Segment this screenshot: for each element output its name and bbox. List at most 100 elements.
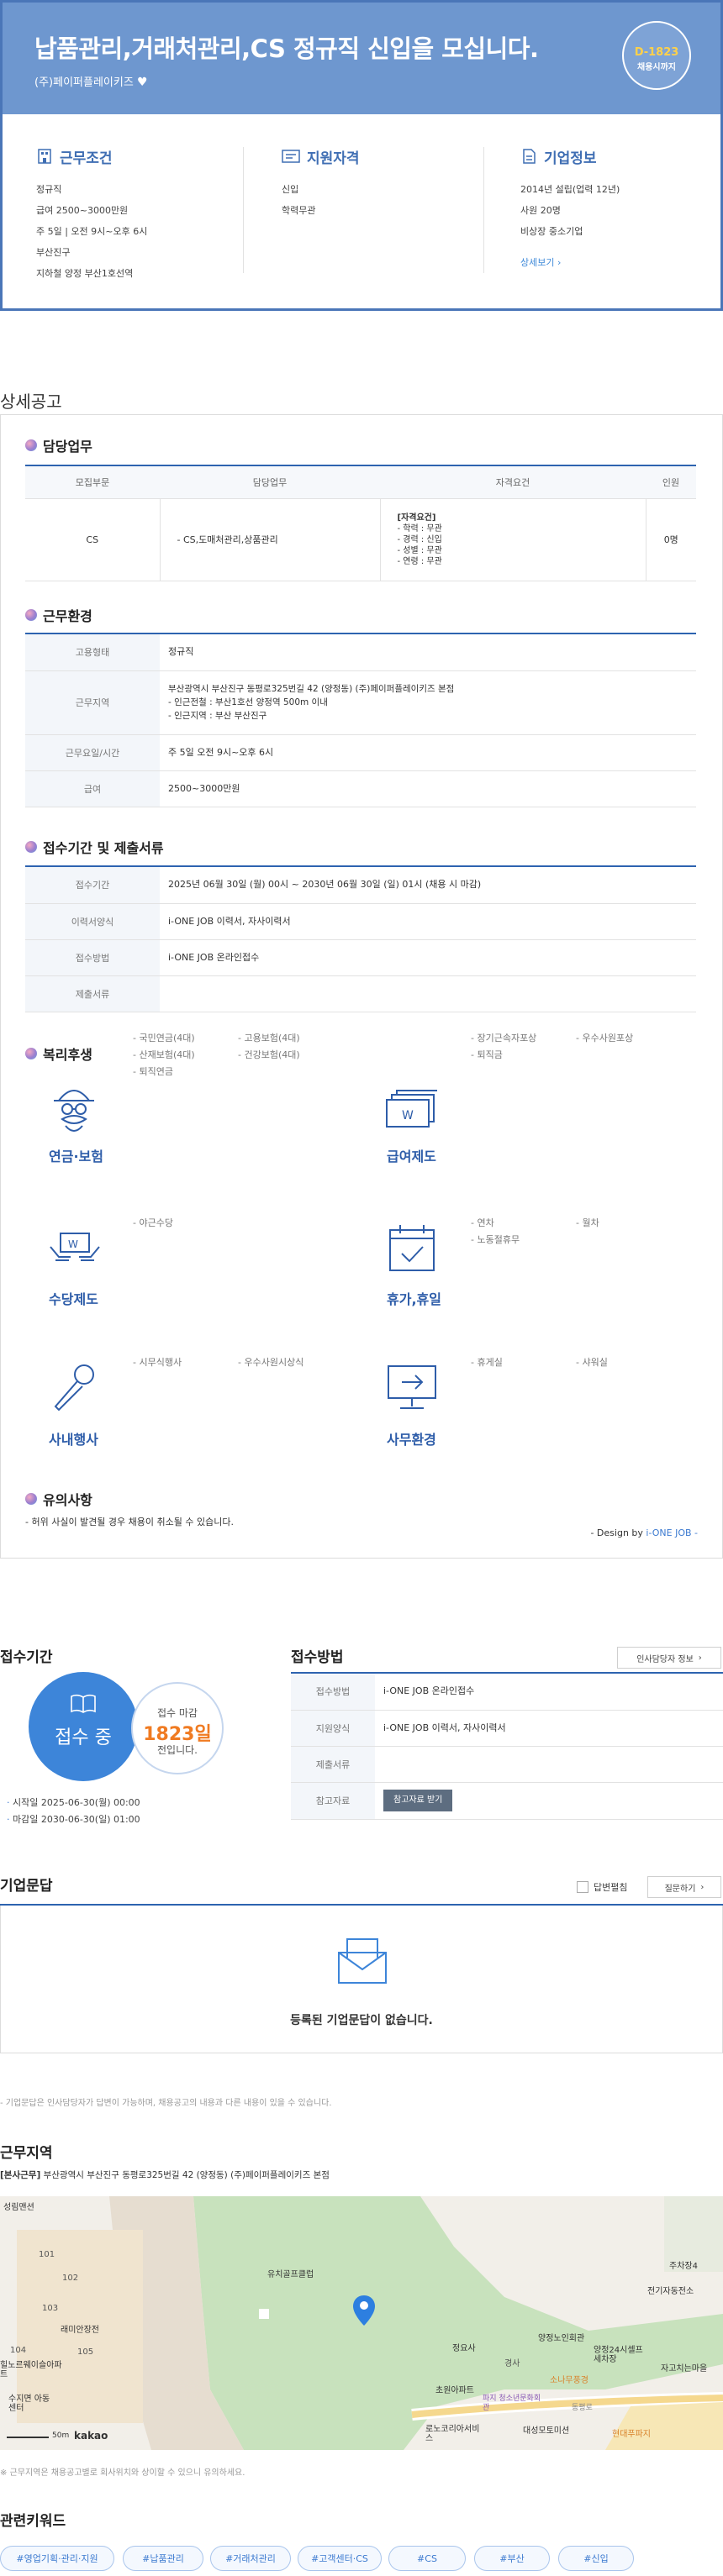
bullet-icon [25, 609, 37, 621]
map-label: 성림맨션 [3, 2203, 34, 2212]
map-label: 자고치는마을 [661, 2364, 708, 2374]
company-info-column: 기업정보 2014년 설립(업력 12년) 사원 20명 비상장 중소기업 상세… [520, 145, 723, 273]
notice-text: - 허위 사실이 발견될 경우 채용이 취소될 수 있습니다. [25, 1517, 234, 1527]
keyword-tag[interactable]: #납품관리 [123, 2546, 203, 2571]
map-label: 래미안장전 [61, 2326, 99, 2335]
keyword-tag[interactable]: #고객센터·CS [298, 2546, 382, 2571]
company-name[interactable]: (주)페이퍼플레이키즈 ♥ [34, 73, 148, 89]
map-label: 정요사 [452, 2344, 476, 2353]
map-label: 초원아파트 [435, 2386, 474, 2395]
condition-item: 급여 2500~3000만원 [36, 205, 129, 216]
welfare-items: - 장기근속자포상 - 우수사원포상- 퇴직금 [471, 1033, 634, 1060]
env-table: 고용형태 정규직 근무지역 부산광역시 부산진구 동평로325번길 42 (양정동)… [25, 634, 696, 807]
company-info-item: 비상장 중소기업 [520, 226, 583, 237]
svg-text:W: W [68, 1238, 78, 1250]
condition-item: 주 5일 | 오전 9시~오후 6시 [36, 226, 148, 237]
map[interactable]: 성림맨션 101 102 103 105 104 래미안장전 유치골프클럽 정요… [0, 2196, 723, 2450]
building-icon [38, 149, 51, 164]
apply-heading: 접수기간 및 제출서류 [25, 837, 164, 857]
map-label: 유치골프클럽 [267, 2270, 314, 2279]
kakao-logo: kakao [74, 2430, 108, 2442]
chevron-right-icon: › [557, 257, 562, 268]
map-label: 대성모토미션 [523, 2426, 570, 2436]
condition-item: 부산진구 [36, 247, 71, 258]
book-icon [71, 1694, 96, 1713]
column-header: 모집부문 [25, 466, 160, 499]
heart-icon[interactable]: ♥ [137, 76, 148, 89]
deadline-circle: 접수 마감 1823일 전입니다. [131, 1682, 224, 1774]
welfare-items: - 시무식행사 - 우수사원시상식 [133, 1357, 304, 1368]
column-header: 담당업무 [160, 466, 380, 499]
keyword-tag[interactable]: #거래처관리 [210, 2546, 291, 2571]
download-button[interactable]: 참고자료 받기 [383, 1790, 453, 1811]
table-row: 근무지역 부산광역시 부산진구 동평로325번길 42 (양정동) (주)페이퍼플… [25, 670, 696, 735]
map-label: 현대푸파지 [612, 2430, 651, 2439]
bullet-icon [25, 841, 37, 853]
table-row: 급여 2500~3000만원 [25, 770, 696, 807]
map-label: 전기자동전소 [647, 2287, 694, 2296]
company-detail-link[interactable]: 상세보기 › [520, 257, 561, 268]
company-info-item: 2014년 설립(업력 12년) [520, 184, 620, 195]
qualification-item: 신입 [282, 184, 299, 195]
location-address: [본사근무] 부산광역시 부산진구 동평로325번길 42 (양정동) (주)페… [0, 2170, 330, 2180]
keywords-title: 관련키워드 [0, 2513, 66, 2530]
period-dates: · 시작일 2025-06-30(월) 00:00 · 마감일 2030-06-… [7, 1797, 140, 1825]
conditions-column: 근무조건 정규직 급여 2500~3000만원 주 5일 | 오전 9시~오후 … [36, 145, 246, 284]
qualification-title: 지원자격 [307, 150, 360, 167]
keyword-tag[interactable]: #부산 [474, 2546, 550, 2571]
welfare-items: - 연차 - 월차- 노동절휴무 [471, 1217, 599, 1245]
map-label: 경사 [504, 2359, 520, 2368]
chevron-right-icon: › [698, 1653, 702, 1663]
map-label: 양정24시셀프세차장 [594, 2346, 643, 2364]
qna-empty-text: 등록된 기업문답이 없습니다. [290, 2014, 433, 2027]
map-label: 104 [10, 2346, 27, 2355]
conditions-title: 근무조건 [60, 150, 113, 167]
document-icon [523, 149, 536, 164]
welfare-label: 사내행사 [49, 1432, 98, 1448]
detail-section-title: 상세공고 [0, 392, 62, 412]
table-row: 이력서양식 i-ONE JOB 이력서, 자사이력서 [25, 903, 696, 940]
requirement-cell: [자격요건] - 학력 : 무관 - 경력 : 신입 - 성별 : 무관 - 연… [380, 498, 646, 581]
welfare-label: 수당제도 [49, 1291, 98, 1307]
job-summary-card: 납품관리,거래처관리,CS 정규직 신입을 모십니다. (주)페이퍼플레이키즈 … [0, 0, 723, 311]
welfare-label: 연금·보험 [49, 1149, 103, 1164]
qualification-column: 지원자격 신입 학력무관 [282, 145, 492, 221]
task-cell: - CS,도매처관리,상품관리 [160, 498, 381, 581]
location-title: 근무지역 [0, 2145, 53, 2162]
map-label: 수지면 아동센터 [8, 2395, 50, 2413]
table-row: 근무요일/시간 주 5일 오전 9시~오후 6시 [25, 734, 696, 771]
table-row: 참고자료 참고자료 받기 [291, 1782, 723, 1820]
divider [243, 147, 244, 273]
apply-table: 접수기간 2025년 06월 30일 (월) 00시 ~ 2030년 06월 30… [25, 867, 696, 1012]
table-header-row: 모집부문 담당업무 자격요건 인원 [25, 466, 696, 499]
keyword-tag[interactable]: #CS [388, 2546, 466, 2571]
map-canvas[interactable] [0, 2196, 723, 2450]
divider [483, 147, 484, 273]
map-label: 동평로 [572, 2404, 593, 2412]
contact-info-button[interactable]: 인사담당자 정보 › [617, 1647, 721, 1669]
table-row: 접수기간 2025년 06월 30일 (월) 00시 ~ 2030년 06월 30… [25, 867, 696, 904]
checkbox-icon[interactable] [577, 1881, 588, 1893]
salary-icon: W [386, 1090, 437, 1128]
qualification-item: 학력무관 [282, 205, 316, 216]
method-title: 접수방법 [291, 1649, 344, 1666]
map-label: 로노코리아서비스 [425, 2425, 480, 2443]
title-banner: 납품관리,거래처관리,CS 정규직 신입을 모십니다. (주)페이퍼플레이키즈 … [3, 3, 720, 114]
map-label: 파지 청소년문화회관 [483, 2395, 541, 2412]
expand-answers-checkbox[interactable]: 답변펼침 [577, 1880, 627, 1894]
method-table: 접수방법 i-ONE JOB 온라인접수 지원양식 i-ONE JOB 이력서, 자… [291, 1674, 723, 1820]
notice-heading: 유의사항 [25, 1489, 92, 1509]
keyword-tag[interactable]: #영업기획·관리·지원 [0, 2546, 114, 2571]
map-label: 105 [77, 2347, 94, 2357]
map-label: 힐노르웨이슬아파트 [0, 2361, 62, 2379]
ask-question-button[interactable]: 질문하기 › [647, 1876, 721, 1898]
welfare-items: - 야근수당 [133, 1217, 173, 1228]
job-title: 납품관리,거래처관리,CS 정규직 신입을 모십니다. [34, 34, 539, 63]
table-row: 접수방법 i-ONE JOB 온라인접수 [291, 1674, 723, 1711]
keyword-tag[interactable]: #신입 [558, 2546, 634, 2571]
location-footnote: ※ 근무지역은 채용공고별로 회사위치와 상이할 수 있으니 유의하세요. [0, 2468, 245, 2478]
column-header: 인원 [646, 466, 696, 499]
table-row: 고용형태 정규직 [25, 634, 696, 671]
period-title: 접수기간 [0, 1649, 53, 1666]
dday-badge: D-1823 채용시까지 [622, 21, 691, 90]
